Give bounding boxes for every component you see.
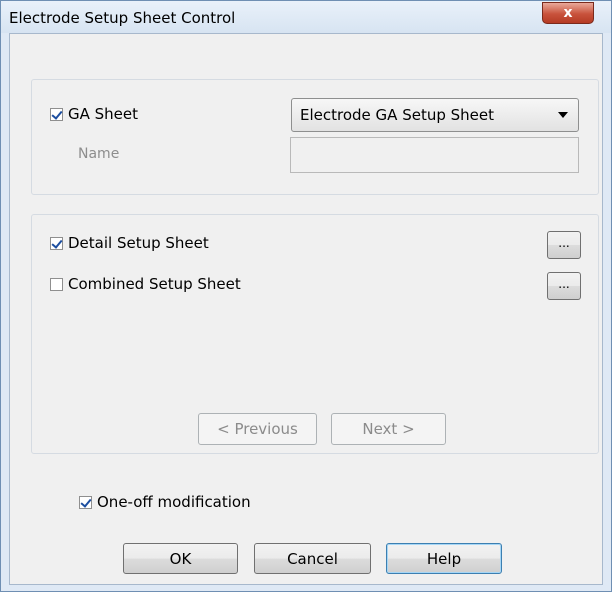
title-bar: Electrode Setup Sheet Control x: [1, 1, 611, 33]
detail-setup-sheet-more-button[interactable]: ...: [547, 231, 581, 259]
previous-button[interactable]: < Previous: [198, 413, 317, 445]
one-off-modification-row[interactable]: One-off modification: [79, 493, 251, 511]
ok-button[interactable]: OK: [123, 543, 238, 574]
ga-sheet-checkbox-row[interactable]: GA Sheet: [50, 105, 138, 123]
ellipsis-icon: ...: [558, 236, 570, 250]
ga-sheet-label: GA Sheet: [68, 105, 139, 123]
next-button-label: Next >: [362, 420, 415, 438]
setup-sheet-dialog: Electrode Setup Sheet Control x GA Sheet…: [0, 0, 612, 592]
help-button[interactable]: Help: [386, 543, 502, 574]
cancel-button[interactable]: Cancel: [254, 543, 371, 574]
one-off-modification-label: One-off modification: [97, 493, 251, 511]
previous-button-label: < Previous: [217, 420, 298, 438]
ok-button-label: OK: [169, 549, 192, 568]
detail-setup-sheet-checkbox[interactable]: [50, 236, 63, 250]
ga-template-select[interactable]: Electrode GA Setup Sheet: [291, 98, 579, 132]
combined-setup-sheet-row[interactable]: Combined Setup Sheet: [50, 275, 241, 293]
ga-template-value: Electrode GA Setup Sheet: [300, 106, 494, 124]
help-button-label: Help: [426, 549, 462, 568]
combined-setup-sheet-more-button[interactable]: ...: [547, 272, 581, 300]
name-field[interactable]: [290, 137, 579, 173]
name-label: Name: [78, 146, 120, 162]
ga-sheet-checkbox[interactable]: [50, 107, 63, 121]
next-button[interactable]: Next >: [331, 413, 446, 445]
chevron-down-icon: [558, 112, 568, 118]
close-icon: x: [563, 5, 573, 21]
detail-setup-sheet-row[interactable]: Detail Setup Sheet: [50, 234, 209, 252]
close-button[interactable]: x: [542, 2, 594, 24]
cancel-button-label: Cancel: [287, 549, 338, 568]
detail-setup-sheet-label: Detail Setup Sheet: [68, 234, 209, 252]
combined-setup-sheet-checkbox[interactable]: [50, 277, 63, 291]
ellipsis-icon: ...: [558, 277, 570, 291]
combined-setup-sheet-label: Combined Setup Sheet: [68, 275, 241, 293]
window-title: Electrode Setup Sheet Control: [9, 9, 236, 27]
one-off-modification-checkbox[interactable]: [79, 495, 92, 509]
